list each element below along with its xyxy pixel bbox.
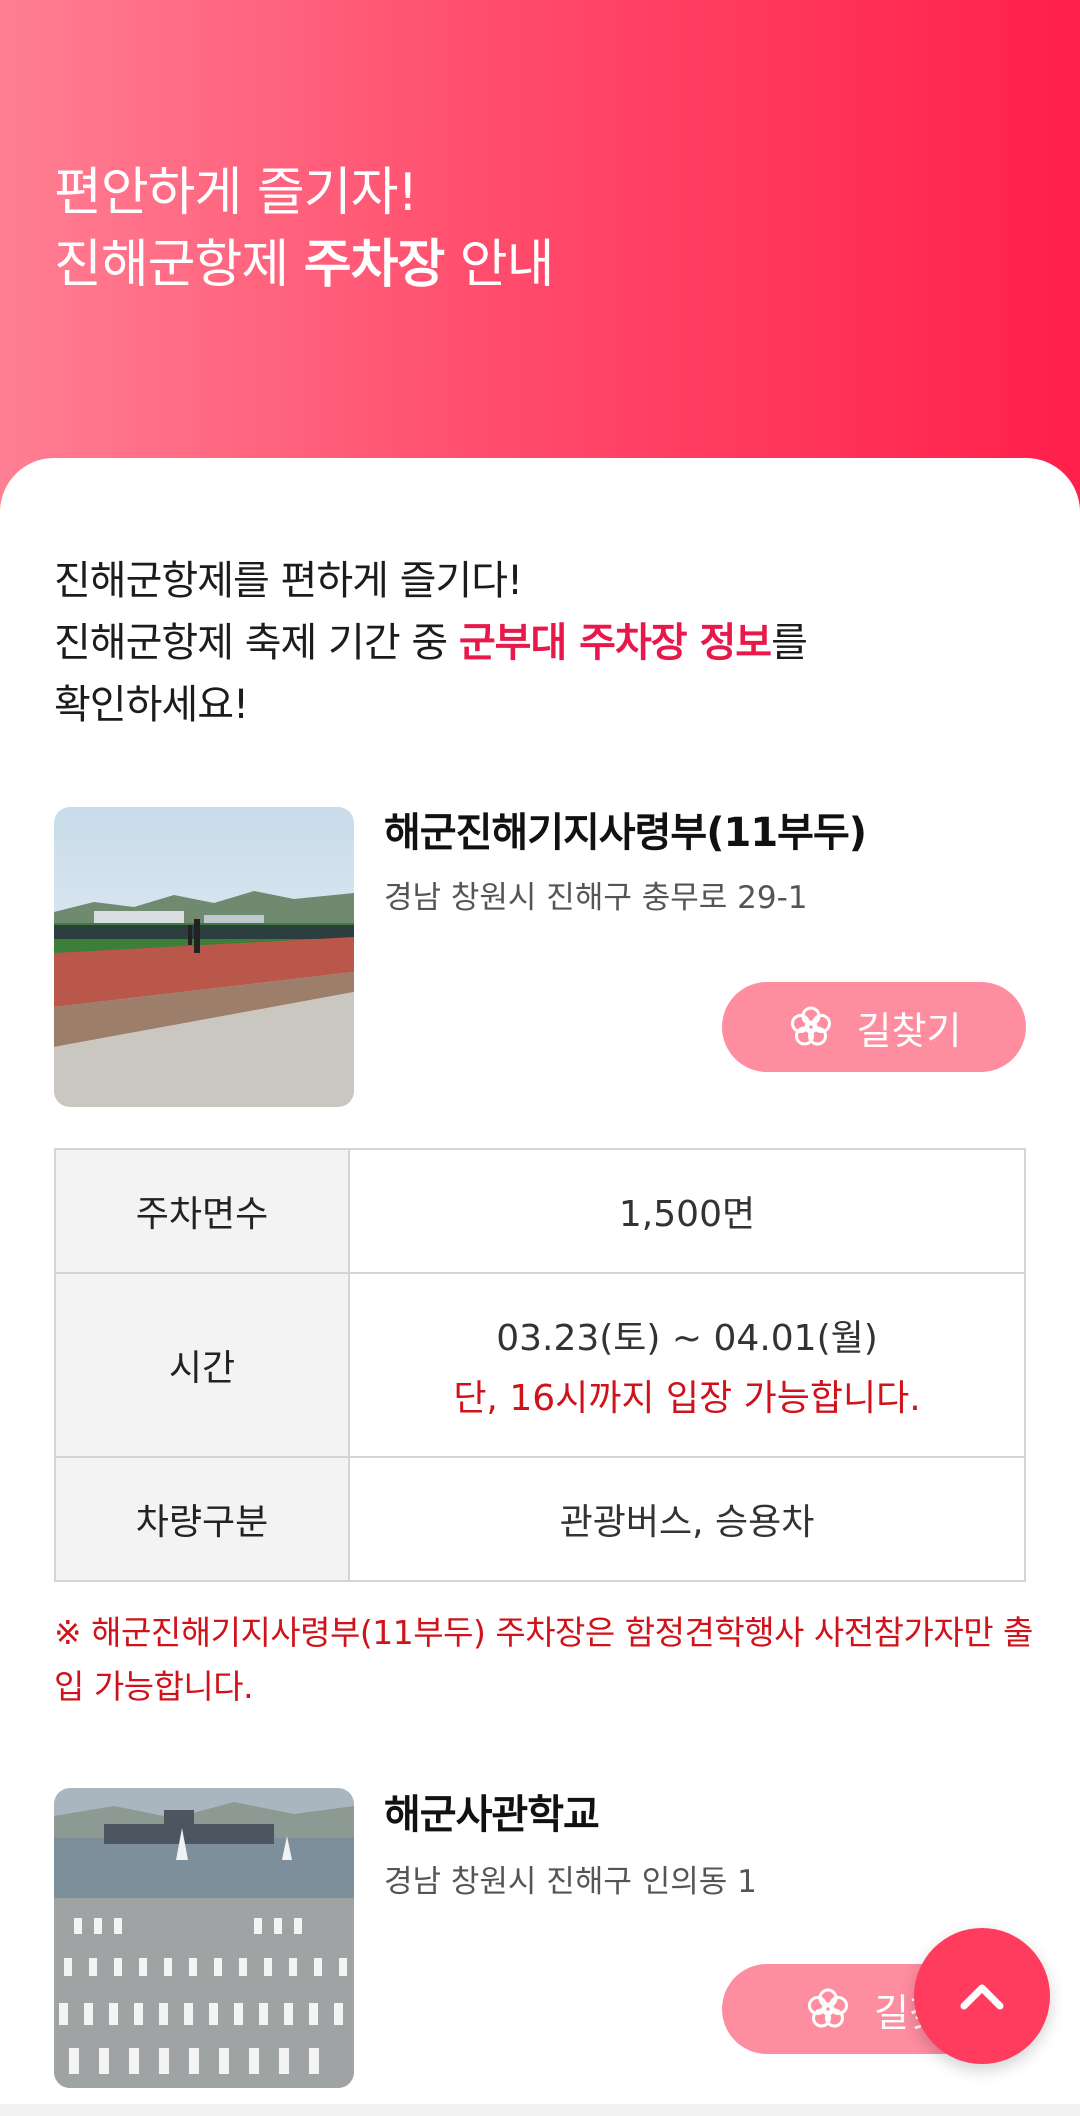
parking-info-table: 주차면수 1,500면 시간 03.23(토) ~ 04.01(월) 단, 16… bbox=[54, 1148, 1026, 1582]
intro-highlight: 군부대 주차장 정보 bbox=[458, 620, 772, 666]
time-value: 03.23(토) ~ 04.01(월) bbox=[496, 1318, 878, 1359]
time-note: 단, 16시까지 입장 가능합니다. bbox=[453, 1378, 921, 1419]
place-address: 경남 창원시 진해구 인의동 1 bbox=[384, 1864, 757, 1900]
place-address: 경남 창원시 진해구 충무로 29-1 bbox=[384, 880, 808, 916]
route-button[interactable]: 길찾기 bbox=[722, 982, 1026, 1072]
time-cell: 03.23(토) ~ 04.01(월) 단, 16시까지 입장 가능합니다. bbox=[348, 1272, 1026, 1458]
route-button-label: 길찾기 bbox=[856, 1010, 962, 1053]
place-name: 해군진해기지사령부(11부두) bbox=[384, 810, 867, 856]
place-photo-parade-ground bbox=[54, 807, 354, 1107]
notice-text: ※ 해군진해기지사령부(11부두) 주차장은 함정견학행사 사전참가자만 출입 … bbox=[54, 1613, 1033, 1706]
vehicle-value: 관광버스, 승용차 bbox=[348, 1456, 1026, 1582]
bottom-edge bbox=[0, 2104, 1080, 2116]
hero-title-line2: 진해군항제 주차장 안내 bbox=[54, 235, 554, 295]
flower-icon bbox=[787, 1003, 835, 1051]
scroll-top-button[interactable] bbox=[914, 1928, 1050, 2064]
spaces-value: 1,500면 bbox=[348, 1148, 1026, 1274]
flower-icon bbox=[804, 1985, 852, 2033]
place-name: 해군사관학교 bbox=[384, 1792, 600, 1838]
hero-banner: 편안하게 즐기자! 진해군항제 주차장 안내 bbox=[0, 0, 1080, 520]
time-label: 시간 bbox=[54, 1272, 350, 1458]
chevron-up-icon bbox=[960, 1984, 1004, 2010]
hero-title-line1: 편안하게 즐기자! bbox=[54, 163, 418, 223]
intro-text: 진해군항제를 편하게 즐기다! 진해군항제 축제 기간 중 군부대 주차장 정보… bbox=[54, 558, 808, 728]
vehicle-label: 차량구분 bbox=[54, 1456, 350, 1582]
place-photo-academy bbox=[54, 1788, 354, 2088]
spaces-label: 주차면수 bbox=[54, 1148, 350, 1274]
